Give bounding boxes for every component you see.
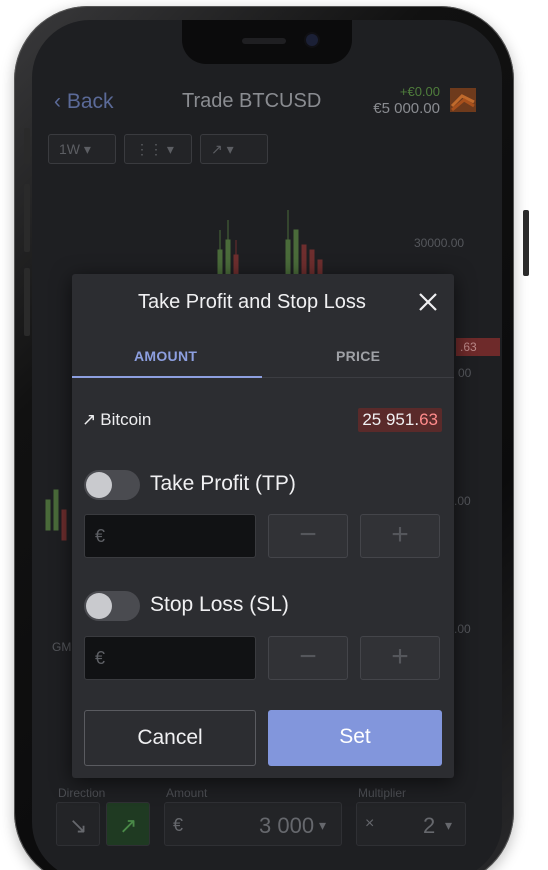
- asset-name: ↗ Bitcoin: [82, 410, 151, 430]
- chevron-left-icon: ‹: [54, 90, 61, 113]
- multiplier-value: 2: [423, 813, 436, 838]
- back-button[interactable]: ‹ Back: [54, 90, 114, 114]
- arrow-down-right-icon: ↘: [69, 813, 88, 838]
- brand-logo-icon: [450, 88, 476, 112]
- balance-delta: +€0.00: [399, 84, 440, 99]
- stop-loss-decrease-button[interactable]: −: [268, 636, 348, 680]
- timeframe-value: 1W: [59, 141, 80, 157]
- asset-label: Bitcoin: [100, 410, 152, 429]
- amount-select[interactable]: € 3 000 ▾: [164, 802, 342, 846]
- take-profit-decrease-button[interactable]: −: [268, 514, 348, 558]
- toggle-knob: [86, 593, 112, 619]
- active-tab-indicator: [72, 376, 262, 378]
- candles-icon: ⋮⋮: [135, 141, 163, 157]
- currency-symbol: €: [95, 526, 106, 546]
- direction-up-button[interactable]: ↗: [106, 802, 150, 846]
- currency-symbol: €: [95, 648, 106, 668]
- quote-main: 25 951.: [362, 410, 420, 429]
- axis-label: .00: [454, 622, 471, 636]
- amount-label: Amount: [166, 786, 208, 800]
- power-button: [523, 210, 529, 276]
- volume-up-button: [24, 184, 30, 252]
- tp-sl-dialog: Take Profit and Stop Loss AMOUNT PRICE ↗…: [72, 274, 454, 778]
- amount-currency: €: [173, 815, 184, 835]
- volume-down-button: [24, 268, 30, 336]
- timezone-label: GM: [52, 640, 72, 654]
- axis-label: 30000.00: [414, 236, 465, 250]
- trend-arrow-icon: ↗: [211, 141, 223, 157]
- chart-type-select[interactable]: ⋮⋮ ▾: [124, 134, 192, 164]
- speaker: [242, 38, 286, 44]
- stop-loss-toggle[interactable]: [84, 591, 140, 621]
- multiplier-select[interactable]: × 2 ▾: [356, 802, 466, 846]
- dialog-title: Take Profit and Stop Loss: [138, 291, 366, 313]
- timeframe-select[interactable]: 1W ▾: [48, 134, 116, 164]
- page-title: Trade BTCUSD: [182, 90, 322, 112]
- amount-value: 3 000: [259, 813, 315, 838]
- set-button[interactable]: Set: [268, 710, 442, 766]
- arrow-up-right-icon: ↗: [119, 813, 138, 838]
- top-bar: ‹ Back Trade BTCUSD +€0.00 €5 000.00: [32, 78, 502, 130]
- cancel-button[interactable]: Cancel: [84, 710, 256, 766]
- take-profit-label: Take Profit (TP): [150, 472, 296, 495]
- take-profit-toggle[interactable]: [84, 470, 140, 500]
- tab-price[interactable]: PRICE: [336, 348, 380, 364]
- current-price-tag: .63: [456, 338, 500, 356]
- drawing-tool-select[interactable]: ↗ ▾: [200, 134, 268, 164]
- take-profit-increase-button[interactable]: +: [360, 514, 440, 558]
- multiplier-label: Multiplier: [358, 786, 407, 800]
- stop-loss-increase-button[interactable]: +: [360, 636, 440, 680]
- quote-decimals: 63: [419, 410, 438, 429]
- stop-loss-input[interactable]: €: [84, 636, 256, 680]
- back-label: Back: [66, 90, 114, 113]
- trend-up-arrow-icon: ↗: [82, 410, 97, 429]
- toggle-knob: [86, 472, 112, 498]
- front-camera: [306, 34, 318, 46]
- axis-label: .00: [454, 494, 471, 508]
- direction-label: Direction: [58, 786, 106, 800]
- asset-quote: 25 951.63: [358, 408, 442, 432]
- stop-loss-label: Stop Loss (SL): [150, 593, 289, 616]
- direction-down-button[interactable]: ↘: [56, 802, 100, 846]
- tab-amount[interactable]: AMOUNT: [134, 348, 197, 364]
- close-icon[interactable]: [416, 290, 440, 314]
- chevron-down-icon: ▾: [319, 817, 327, 833]
- balance: €5 000.00: [373, 100, 440, 117]
- take-profit-input[interactable]: €: [84, 514, 256, 558]
- tab-bar: AMOUNT PRICE: [72, 340, 454, 378]
- notch: [182, 20, 352, 64]
- mute-switch: [24, 128, 30, 164]
- multiplier-prefix: ×: [365, 815, 375, 832]
- chevron-down-icon: ▾: [445, 817, 453, 833]
- axis-label: 00: [458, 366, 472, 380]
